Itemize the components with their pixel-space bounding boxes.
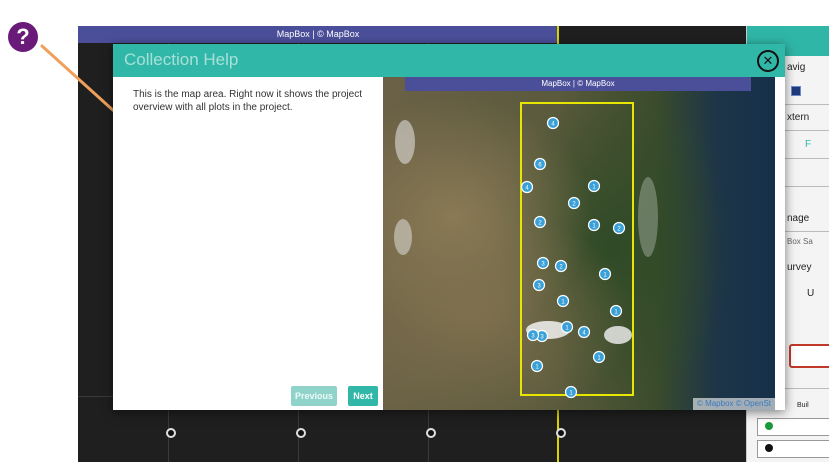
black-status-dot [765,444,773,452]
plot-marker[interactable]: 1 [564,385,578,399]
divider [785,186,829,187]
help-question-icon[interactable]: ? [8,22,38,52]
side-link[interactable]: F [805,139,811,150]
plot-marker[interactable]: 1 [556,294,570,308]
help-description: This is the map area. Right now it shows… [133,89,362,113]
map-attribution-link[interactable]: © Mapbox © OpenSt [692,398,775,410]
map-overlay: 464 122 1 23 213113143111 [394,102,658,399]
dialog-title: Collection Help [124,50,239,69]
side-label-u: U [807,288,815,299]
plot-point[interactable] [426,428,436,438]
plot-marker[interactable]: 1 [530,359,544,373]
plot-marker[interactable]: 3 [532,278,546,292]
side-checkbox[interactable] [791,86,801,96]
plot-marker[interactable]: 2 [533,215,547,229]
dialog-header: Collection Help ✕ [113,44,785,77]
plot-marker[interactable]: 1 [587,179,601,193]
plot-point[interactable] [166,428,176,438]
plot-marker[interactable]: 2 [554,259,568,273]
study-area-outline [520,102,634,396]
plot-marker[interactable]: 2 [612,221,626,235]
plot-marker[interactable]: 1 [587,218,601,232]
plot-marker[interactable]: 3 [536,256,550,270]
plot-marker[interactable]: 2 [567,196,581,210]
plot-marker[interactable]: 3 [526,328,540,342]
map-banner: MapBox | © MapBox [405,77,751,91]
plot-markers: 464 122 1 23 213113143111 [520,116,626,399]
plot-marker[interactable]: 4 [546,116,560,130]
cloud-patch [394,219,412,255]
divider [785,388,829,389]
divider [785,104,829,105]
plot-marker[interactable]: 4 [520,180,534,194]
side-label-survey: urvey [787,262,812,273]
background-map-banner: MapBox | © MapBox [78,26,558,43]
plot-marker[interactable]: 4 [577,325,591,339]
side-label-navigation: avig [787,62,806,73]
cloud-patch [395,120,415,164]
side-label-imagery: nage [787,213,810,224]
side-label-build: Buil [797,402,809,409]
previous-button[interactable]: Previous [291,386,337,406]
side-red-button[interactable] [789,344,829,368]
close-button[interactable]: ✕ [757,50,779,72]
side-label-external: xtern [787,112,810,123]
plot-marker[interactable]: 1 [609,304,623,318]
plot-marker[interactable]: 1 [592,350,606,364]
next-button[interactable]: Next [348,386,378,406]
plot-point[interactable] [296,428,306,438]
divider [785,231,829,232]
plot-point[interactable] [556,428,566,438]
cloud-patch [638,177,658,257]
divider [785,130,829,131]
plot-marker[interactable]: 6 [533,157,547,171]
green-status-dot [765,422,773,430]
plot-marker[interactable]: 1 [598,267,612,281]
project-overview-map[interactable]: 464122123213113143111 MapBox | © MapBox … [383,77,775,410]
plot-marker[interactable]: 1 [560,320,574,334]
side-label-mapbox: Box Sa [787,237,813,246]
divider [785,158,829,159]
collection-help-dialog: Collection Help ✕ This is the map area. … [113,44,785,410]
cloud-patch [604,326,632,344]
